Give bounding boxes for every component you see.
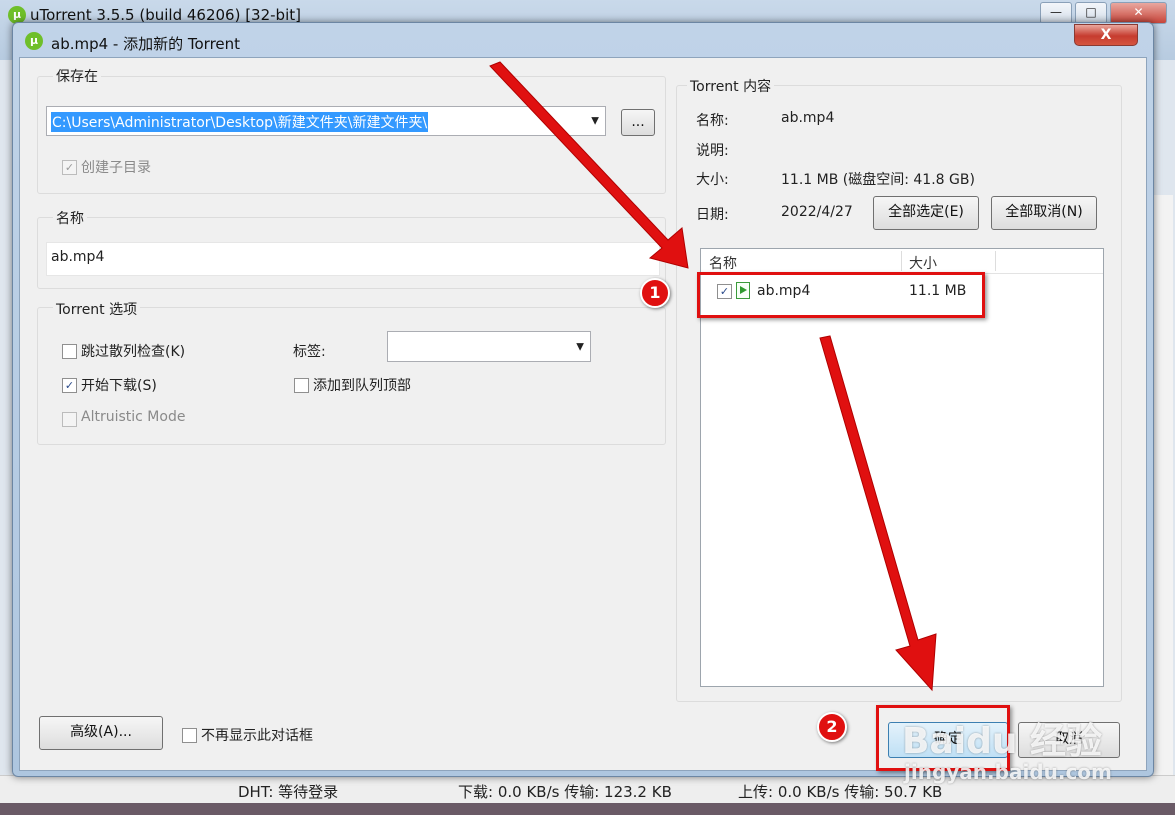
step-badge-2: 2	[817, 712, 847, 742]
arrow-to-ok-button	[819, 335, 937, 692]
baidu-watermark-logo: Baidu 经验	[902, 721, 1103, 762]
arrow-to-file-row	[489, 61, 689, 269]
highlight-file-row	[697, 272, 985, 318]
baidu-watermark-url: jingyan.baidu.com	[904, 760, 1112, 784]
step-badge-1: 1	[640, 278, 670, 308]
annotation-arrows	[489, 61, 937, 692]
